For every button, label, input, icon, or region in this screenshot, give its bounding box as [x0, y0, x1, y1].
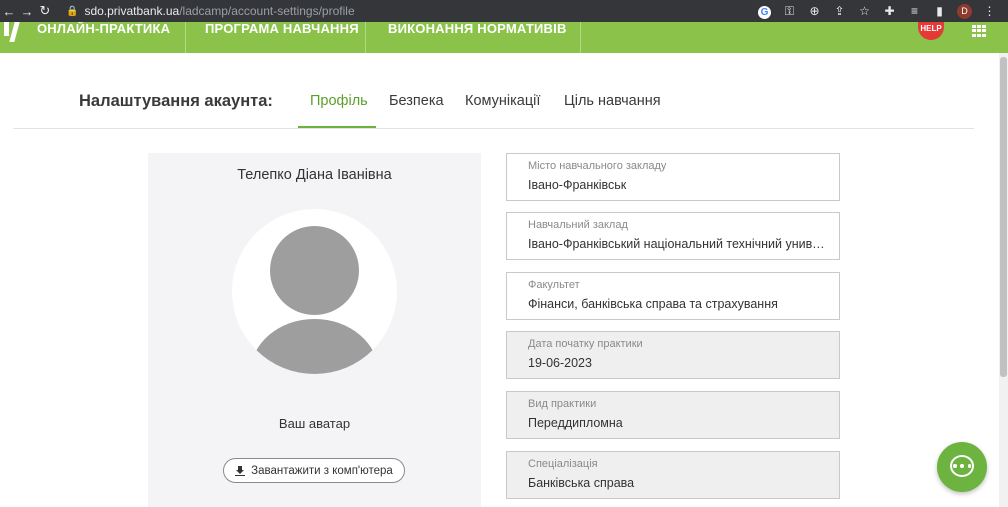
nav-standards[interactable]: ВИКОНАННЯ НОРМАТИВІВ [388, 22, 567, 36]
avatar-placeholder-body-icon [250, 319, 379, 374]
field-label: Дата початку практики [528, 338, 643, 350]
site-header: ОНЛАЙН-ПРАКТИКА ПРОГРАМА НАВЧАННЯ ВИКОНА… [0, 22, 1008, 53]
share-icon[interactable]: ⇪ [827, 4, 852, 18]
lock-icon: 🔒 [66, 5, 79, 17]
forward-arrow-icon[interactable]: → [18, 4, 36, 19]
page-scrollbar[interactable] [999, 53, 1008, 507]
url-path: /ladcamp/account-settings/profile [179, 4, 355, 18]
key-icon[interactable]: ⚿ [777, 4, 802, 19]
field-label: Вид практики [528, 398, 597, 410]
field-label: Спеціалізація [528, 458, 598, 470]
field-faculty[interactable]: Факультет Фінанси, банківська справа та … [506, 272, 840, 320]
field-value: Івано-Франківськ [528, 178, 627, 192]
tab-communications[interactable]: Комунікації [465, 93, 540, 109]
zoom-icon[interactable]: ⊕ [802, 4, 827, 18]
field-value: Переддипломна [528, 416, 623, 430]
field-label: Факультет [528, 279, 580, 291]
field-practice-start-date: Дата початку практики 19-06-2023 [506, 331, 840, 379]
address-bar[interactable]: 🔒 sdo.privatbank.ua/ladcamp/account-sett… [62, 2, 752, 20]
download-icon [235, 465, 246, 476]
chat-button[interactable] [937, 442, 987, 492]
avatar-placeholder-head-icon [270, 226, 359, 315]
tabs-divider [13, 128, 974, 129]
field-label: Навчальний заклад [528, 219, 628, 231]
upload-avatar-button[interactable]: Завантажити з комп'ютера [223, 458, 405, 483]
field-value: Івано-Франківський національний технічни… [528, 237, 828, 251]
reload-icon[interactable]: ↻ [36, 3, 54, 19]
browser-extension-icons: G ⚿ ⊕ ⇪ ☆ ✚ ≡ ▮ D ⋮ [752, 3, 1008, 19]
avatar-caption: Ваш аватар [278, 416, 351, 431]
profile-card: Телепко Діана Іванівна Ваш аватар Завант… [148, 153, 481, 507]
tab-profile[interactable]: Профіль [310, 93, 368, 109]
page-title: Налаштування акаунта: [79, 92, 273, 110]
url-host: sdo.privatbank.ua [84, 4, 180, 18]
reading-list-icon[interactable]: ≡ [902, 4, 927, 18]
field-value: 19-06-2023 [528, 356, 592, 370]
field-value: Банківська справа [528, 476, 635, 490]
field-value: Фінанси, банківська справа та страхуванн… [528, 297, 778, 311]
field-school[interactable]: Навчальний заклад Івано-Франківський нац… [506, 212, 840, 260]
nav-training-program[interactable]: ПРОГРАМА НАВЧАННЯ [205, 22, 359, 36]
star-icon[interactable]: ☆ [852, 4, 877, 18]
user-full-name: Телепко Діана Іванівна [237, 167, 392, 183]
upload-avatar-label: Завантажити з комп'ютера [251, 464, 393, 477]
privatbank-logo[interactable] [2, 22, 22, 46]
scrollbar-thumb[interactable] [1000, 57, 1007, 377]
avatar [232, 209, 397, 374]
side-panel-icon[interactable]: ▮ [927, 4, 952, 18]
apps-grid-icon[interactable] [972, 25, 986, 37]
help-button[interactable]: HELP [918, 22, 944, 40]
chat-dots-icon [953, 464, 971, 468]
browser-toolbar: ← → ↻ 🔒 sdo.privatbank.ua/ladcamp/accoun… [0, 0, 1008, 22]
google-icon[interactable]: G [752, 4, 777, 19]
field-specialization: Спеціалізація Банківська справа [506, 451, 840, 499]
nav-divider [580, 22, 581, 53]
extensions-puzzle-icon[interactable]: ✚ [877, 4, 902, 18]
field-school-city[interactable]: Місто навчального закладу Івано-Франківс… [506, 153, 840, 201]
profile-avatar[interactable]: D [952, 3, 977, 19]
browser-menu-icon[interactable]: ⋮ [977, 4, 1002, 18]
nav-divider [365, 22, 366, 53]
tab-learning-goal[interactable]: Ціль навчання [564, 93, 661, 109]
nav-divider [185, 22, 186, 53]
field-label: Місто навчального закладу [528, 160, 667, 172]
nav-online-practice[interactable]: ОНЛАЙН-ПРАКТИКА [37, 22, 170, 36]
tab-security[interactable]: Безпека [389, 93, 444, 109]
back-arrow-icon[interactable]: ← [0, 4, 18, 19]
field-practice-type: Вид практики Переддипломна [506, 391, 840, 439]
